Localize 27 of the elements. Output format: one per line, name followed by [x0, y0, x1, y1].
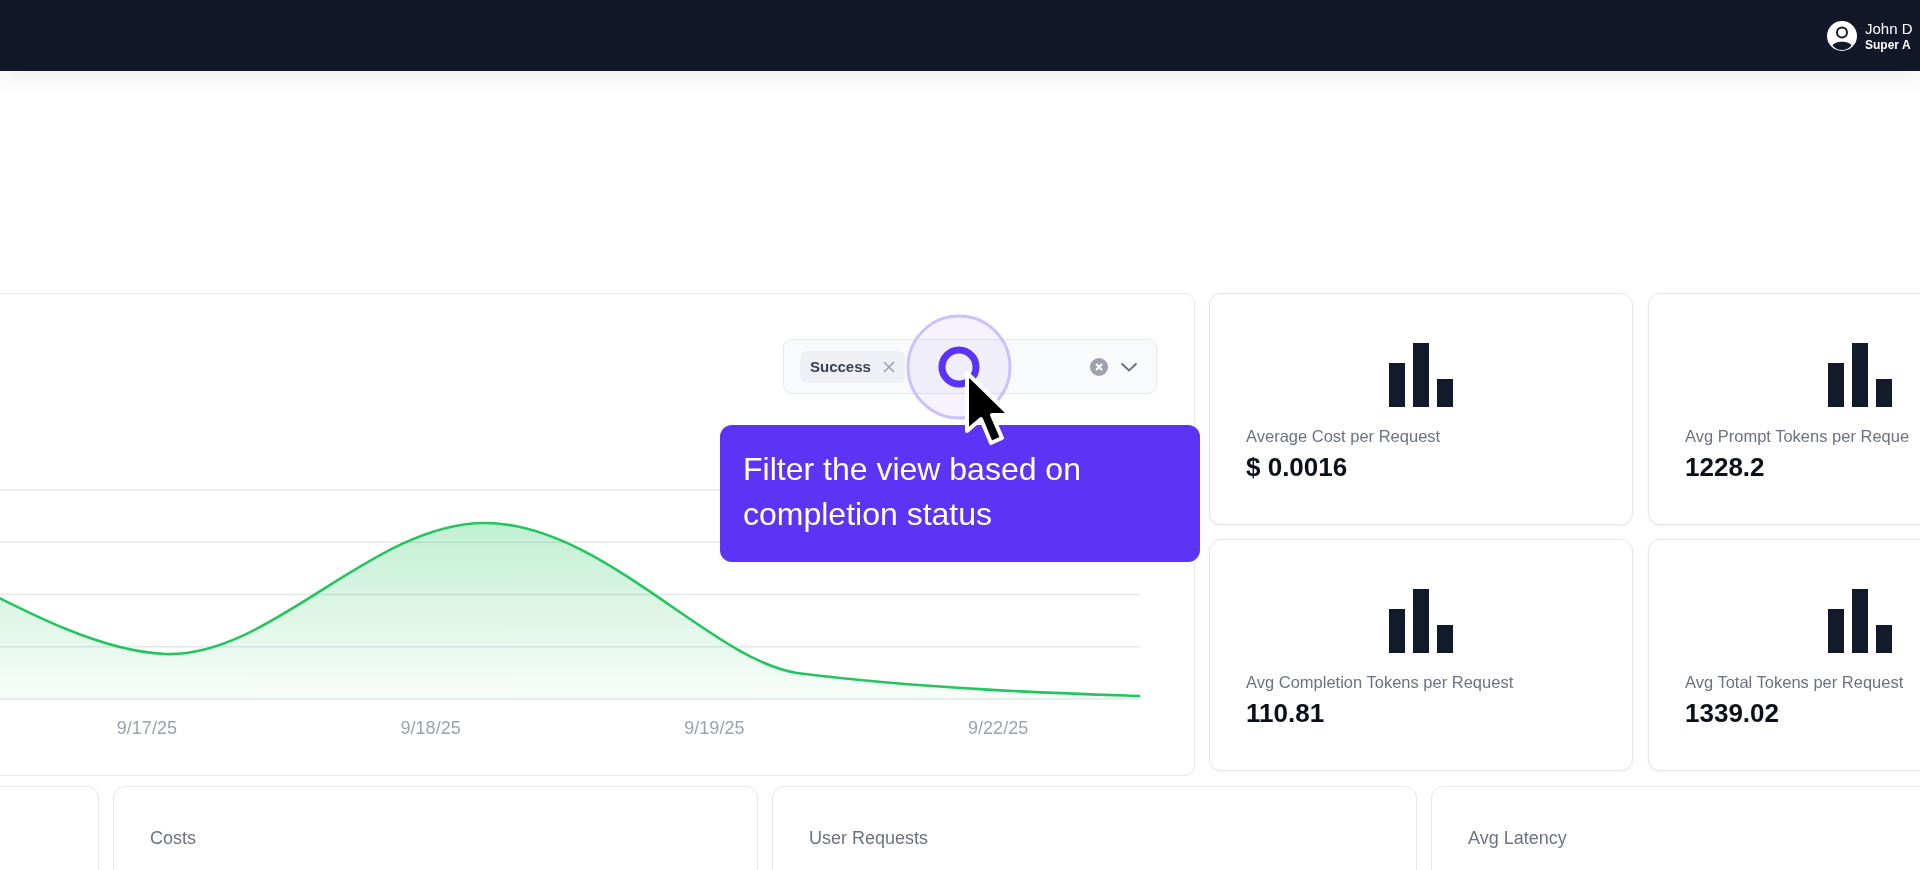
stat-value: 110.81	[1246, 698, 1325, 728]
stat-value: 1339.02	[1685, 698, 1779, 728]
chevron-down-icon[interactable]	[1120, 361, 1138, 372]
stat-label: Avg Total Tokens per Request	[1685, 672, 1904, 692]
x-axis-label: 9/18/25	[399, 717, 462, 739]
tour-tooltip: Filter the view based on completion status	[720, 425, 1200, 562]
summary-label: Costs	[150, 828, 196, 848]
status-filter-select[interactable]: Success	[783, 339, 1157, 394]
stat-label: Average Cost per Request	[1246, 426, 1441, 446]
stat-label: Avg Completion Tokens per Request	[1246, 672, 1514, 692]
bar-chart-icon	[1389, 589, 1453, 653]
stat-value: 1228.2	[1685, 452, 1765, 482]
user-role: Super A	[1865, 37, 1912, 53]
bar-chart-icon	[1389, 343, 1453, 407]
summary-label: Avg Latency	[1468, 828, 1567, 848]
filter-chip[interactable]: Success	[800, 350, 905, 383]
x-axis-label: 9/17/25	[115, 717, 178, 739]
user-name: John D	[1865, 18, 1913, 38]
stat-label: Avg Prompt Tokens per Reque	[1685, 426, 1910, 446]
x-axis-label: 9/22/25	[967, 717, 1030, 739]
bar-chart-icon	[1828, 343, 1892, 407]
bar-chart-icon	[1828, 589, 1892, 653]
user-avatar-icon[interactable]	[1827, 20, 1857, 51]
clear-icon[interactable]	[1090, 357, 1108, 376]
x-axis-label: 9/19/25	[683, 717, 746, 739]
stat-value: $ 0.0016	[1246, 452, 1348, 482]
summary-label: User Requests	[809, 828, 929, 848]
